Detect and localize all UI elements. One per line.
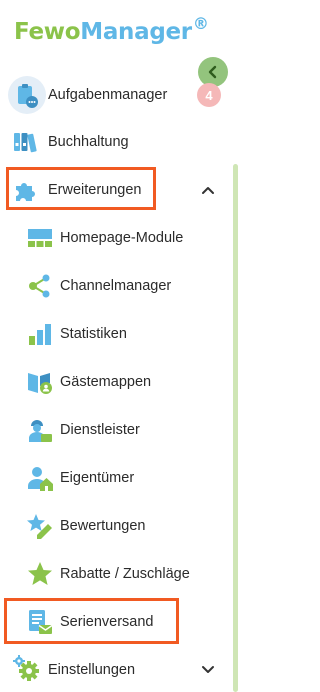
gears-icon	[12, 654, 40, 682]
owner-house-icon	[26, 464, 54, 492]
service-person-icon	[26, 416, 54, 444]
mail-document-icon	[26, 608, 54, 636]
submenu-item-eigentuemer[interactable]: Eigentümer	[0, 454, 228, 502]
submenu-item-channelmanager[interactable]: Channelmanager	[0, 262, 228, 310]
submenu-item-homepage-module[interactable]: Homepage-Module	[0, 214, 228, 262]
star-icon	[26, 560, 54, 588]
submenu-item-statistiken[interactable]: Statistiken	[0, 310, 228, 358]
submenu-item-dienstleister[interactable]: Dienstleister	[0, 406, 228, 454]
binders-icon	[12, 128, 40, 156]
submenu-item-label: Statistiken	[60, 326, 127, 342]
menu-item-label: Erweiterungen	[48, 182, 142, 198]
submenu-item-label: Eigentümer	[60, 470, 135, 486]
menu-item-erweiterungen[interactable]: Erweiterungen	[0, 166, 228, 214]
star-pencil-icon	[26, 512, 54, 540]
submenu-item-label: Channelmanager	[60, 278, 172, 294]
submenu-item-label: Dienstleister	[60, 422, 140, 438]
menu-item-einstellungen[interactable]: Einstellungen	[0, 646, 228, 692]
submenu-item-label: Gästemappen	[60, 374, 152, 390]
app-logo[interactable]: FewoManager®	[14, 14, 209, 45]
chevron-down-icon[interactable]	[200, 662, 216, 678]
submenu-item-label: Bewertungen	[60, 518, 146, 534]
submenu-item-rabatte-zuschlaege[interactable]: Rabatte / Zuschläge	[0, 550, 228, 598]
layout-grid-icon	[26, 224, 54, 252]
submenu-item-serienversand[interactable]: Serienversand	[0, 598, 228, 646]
menu-item-buchhaltung[interactable]: Buchhaltung	[0, 118, 228, 166]
bar-chart-icon	[26, 320, 54, 348]
puzzle-icon	[12, 176, 40, 204]
menu-item-aufgabenmanager[interactable]: Aufgabenmanager 4	[0, 71, 228, 119]
menu-item-label: Buchhaltung	[48, 134, 129, 150]
notification-badge: 4	[197, 83, 221, 107]
submenu-item-bewertungen[interactable]: Bewertungen	[0, 502, 228, 550]
sidebar: FewoManager® Aufgabenmanager 4 Buchhaltu…	[0, 0, 240, 692]
guest-book-icon	[26, 368, 54, 396]
menu-item-label: Einstellungen	[48, 662, 136, 678]
clipboard-icon	[12, 81, 40, 109]
menu-item-label: Aufgabenmanager	[48, 87, 168, 103]
submenu-item-label: Serienversand	[60, 614, 154, 630]
submenu-item-gaestemappen[interactable]: Gästemappen	[0, 358, 228, 406]
chevron-up-icon[interactable]	[200, 182, 216, 198]
submenu-item-label: Homepage-Module	[60, 230, 184, 246]
submenu-item-label: Rabatte / Zuschläge	[60, 566, 190, 582]
scrollbar[interactable]	[233, 164, 238, 692]
share-nodes-icon	[26, 272, 54, 300]
